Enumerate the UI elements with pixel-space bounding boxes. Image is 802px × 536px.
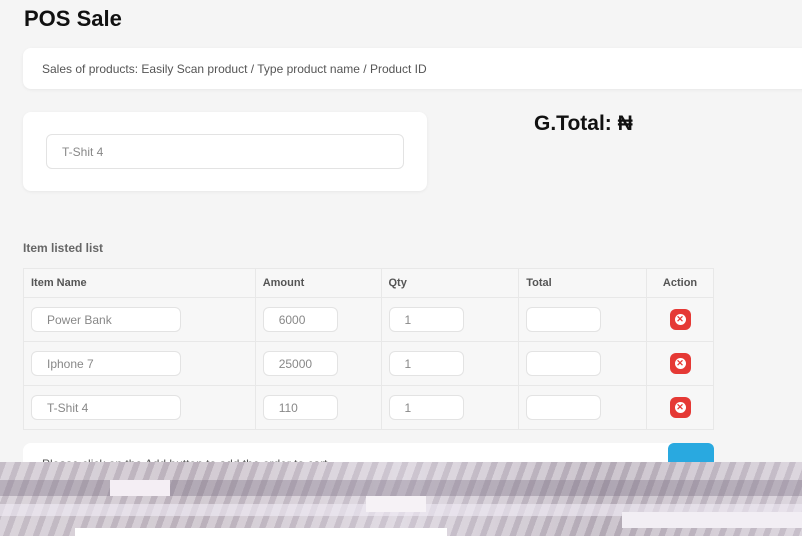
col-total: Total bbox=[518, 268, 648, 298]
remove-item-button[interactable]: ✕ bbox=[669, 397, 691, 418]
item-name-input[interactable] bbox=[31, 351, 181, 376]
col-action: Action bbox=[646, 268, 714, 298]
grand-total-label: G.Total: ₦ bbox=[534, 112, 633, 135]
item-total-input[interactable] bbox=[526, 307, 602, 332]
close-circle-icon: ✕ bbox=[674, 358, 686, 369]
items-table: Item Name Amount Qty Total Action ✕ ✕ bbox=[23, 268, 714, 430]
table-header-row: Item Name Amount Qty Total Action bbox=[23, 268, 714, 298]
item-qty-input[interactable] bbox=[388, 395, 464, 420]
item-qty-input[interactable] bbox=[388, 307, 464, 332]
image-corruption-overlay bbox=[0, 462, 802, 536]
col-qty: Qty bbox=[380, 268, 520, 298]
item-total-input[interactable] bbox=[526, 395, 602, 420]
page-title: POS Sale bbox=[24, 6, 122, 31]
close-circle-icon: ✕ bbox=[674, 314, 686, 325]
item-name-input[interactable] bbox=[31, 307, 181, 332]
col-amount: Amount bbox=[254, 268, 382, 298]
item-amount-input[interactable] bbox=[262, 307, 338, 332]
item-amount-input[interactable] bbox=[262, 395, 338, 420]
close-circle-icon: ✕ bbox=[674, 402, 686, 413]
table-row: ✕ bbox=[23, 385, 714, 430]
item-total-input[interactable] bbox=[526, 351, 602, 376]
product-search-input[interactable] bbox=[46, 134, 404, 169]
noise-patch bbox=[366, 496, 426, 512]
col-item-name: Item Name bbox=[23, 268, 256, 298]
item-qty-input[interactable] bbox=[388, 351, 464, 376]
noise-patch bbox=[110, 480, 170, 496]
search-card bbox=[23, 112, 427, 191]
info-text: Sales of products: Easily Scan product /… bbox=[42, 61, 427, 76]
info-banner: Sales of products: Easily Scan product /… bbox=[23, 48, 802, 89]
item-amount-input[interactable] bbox=[262, 351, 338, 376]
item-name-input[interactable] bbox=[31, 395, 181, 420]
table-row: ✕ bbox=[23, 297, 714, 342]
remove-item-button[interactable]: ✕ bbox=[669, 353, 691, 374]
noise-patch bbox=[75, 528, 447, 536]
remove-item-button[interactable]: ✕ bbox=[669, 309, 691, 330]
table-row: ✕ bbox=[23, 341, 714, 386]
item-list-title: Item listed list bbox=[23, 241, 104, 255]
noise-patch bbox=[622, 512, 802, 528]
